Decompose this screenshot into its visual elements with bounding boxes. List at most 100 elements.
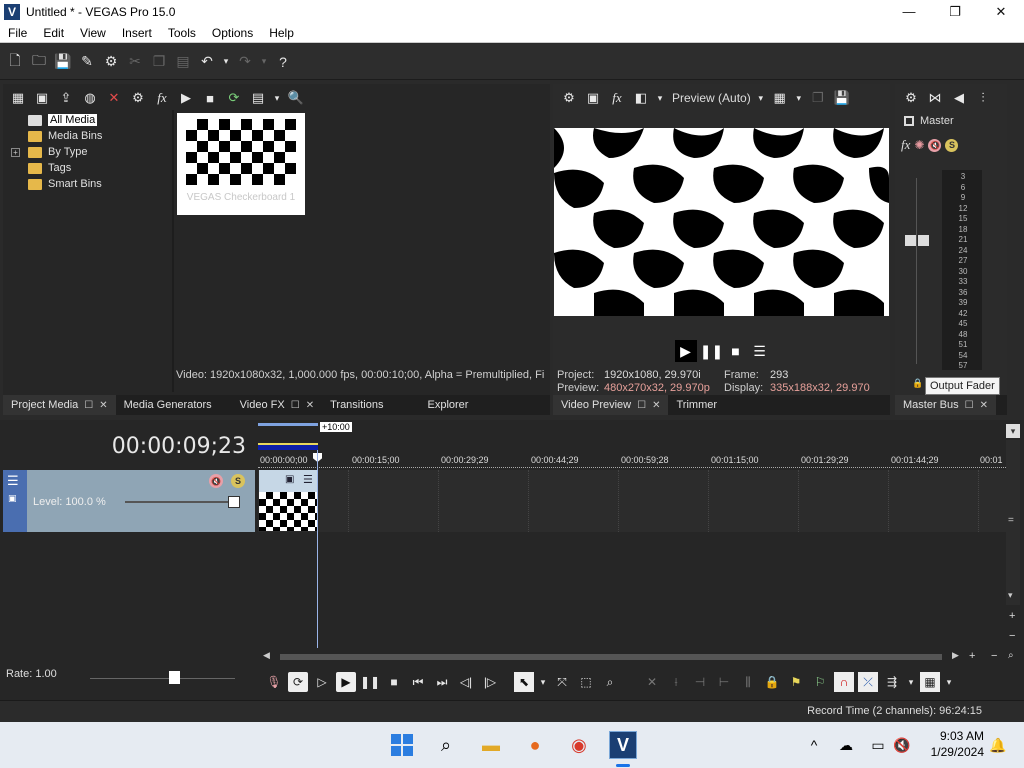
overlays-icon[interactable]: ▦ [771, 89, 789, 107]
edit-tool-icon[interactable]: ⬉ [514, 672, 534, 692]
tree-item-media-bins[interactable]: Media Bins [8, 128, 102, 144]
undo-icon[interactable]: ↶ [198, 53, 216, 71]
menu-file[interactable]: File [0, 26, 35, 40]
overlays-dropdown-icon[interactable]: ▾ [795, 89, 803, 107]
remove-media-icon[interactable]: ✕ [105, 89, 123, 107]
video-clip-checkerboard[interactable]: ▣ ☰ [259, 470, 318, 531]
solo-icon[interactable]: S [945, 138, 959, 152]
downmix-icon[interactable]: ⋈ [926, 89, 944, 107]
views-dropdown-icon[interactable]: ▾ [273, 89, 281, 107]
preview-quality-dropdown-icon[interactable]: ▾ [757, 89, 765, 107]
tab-media-generators[interactable]: Media Generators [116, 395, 220, 415]
timeline-ruler[interactable]: 00:00:00;00 00:00:15;00 00:00:29;29 00:0… [258, 450, 1006, 470]
pause-icon[interactable]: ❚❚ [360, 672, 380, 692]
expand-icon[interactable]: + [11, 147, 20, 157]
go-to-end-icon[interactable]: ⏭ [432, 672, 452, 692]
trim-icon[interactable]: ⟊ [666, 672, 686, 692]
views-icon[interactable]: ▤ [249, 89, 267, 107]
master-fx-icon[interactable]: fx [901, 137, 910, 153]
close-pane-icon[interactable]: ✕ [980, 400, 988, 411]
maximize-pane-icon[interactable]: ☐ [637, 400, 646, 411]
preview-menu-button[interactable]: ☰ [751, 342, 769, 360]
show-hidden-icons-icon[interactable]: ^ [800, 731, 828, 759]
lock-events-icon[interactable]: 🔒 [762, 672, 782, 692]
lock-icon[interactable]: 🔒 [912, 378, 923, 389]
media-fx-icon[interactable]: fx [153, 89, 171, 107]
trim-start-icon[interactable]: ⊣ [690, 672, 710, 692]
clip-menu-icon[interactable]: ☰ [303, 473, 313, 486]
play-from-start-icon[interactable]: ▷ [312, 672, 332, 692]
play-icon[interactable]: ▶ [336, 672, 356, 692]
import-media-icon[interactable]: ▦ [9, 89, 27, 107]
tab-explorer[interactable]: Explorer [419, 395, 476, 415]
envelope-tool-icon[interactable]: ⤧ [552, 672, 572, 692]
menu-tools[interactable]: Tools [160, 26, 204, 40]
auto-preview-icon[interactable]: ⟳ [225, 89, 243, 107]
loop-playback-icon[interactable]: ⟳ [288, 672, 308, 692]
minimize-button[interactable]: — [886, 0, 932, 23]
zoom-in-vertical-icon[interactable]: + [1009, 610, 1015, 622]
settings-icon[interactable]: ⚙ [902, 89, 920, 107]
file-explorer-icon[interactable]: ▬ [477, 731, 505, 759]
next-frame-icon[interactable]: |▷ [480, 672, 500, 692]
mute-icon[interactable]: 🔇 [928, 138, 942, 152]
vegas-taskbar-icon[interactable]: V [609, 731, 637, 759]
video-track-lane[interactable] [258, 470, 1006, 532]
cut-icon[interactable]: ✂ [126, 53, 144, 71]
track-motion-icon[interactable]: ▣ [8, 493, 17, 504]
search-icon[interactable]: ⌕ [432, 731, 460, 759]
capture-video-icon[interactable]: ▣ [33, 89, 51, 107]
tree-item-by-type[interactable]: + By Type [8, 144, 102, 160]
onedrive-icon[interactable]: ☁ [832, 731, 860, 759]
tab-transitions[interactable]: Transitions [322, 395, 391, 415]
track-solo-icon[interactable]: S [231, 474, 245, 488]
tree-item-smart-bins[interactable]: Smart Bins [8, 176, 102, 192]
save-snapshot-icon[interactable]: 💾 [833, 89, 851, 107]
selection-tool-icon[interactable]: ⬚ [576, 672, 596, 692]
copy-snapshot-icon[interactable]: ❐ [809, 89, 827, 107]
media-properties-icon[interactable]: ⚙ [129, 89, 147, 107]
zoom-in-horizontal-icon[interactable]: + [969, 650, 975, 662]
close-pane-icon[interactable]: ✕ [652, 400, 660, 411]
auto-crossfade-icon[interactable]: ⤫ [858, 672, 878, 692]
fx-icon[interactable]: fx [608, 89, 626, 107]
go-to-start-icon[interactable]: ⏮ [408, 672, 428, 692]
previous-frame-icon[interactable]: ◁| [456, 672, 476, 692]
event-grouping-dropdown-icon[interactable]: ▾ [944, 672, 954, 692]
volume-muted-icon[interactable]: 🔇 [888, 731, 916, 759]
save-as-icon[interactable]: ✎ [78, 53, 96, 71]
loop-region-bar[interactable] [258, 423, 318, 426]
pane-divider[interactable] [172, 110, 174, 392]
notifications-icon[interactable]: 🔔 [984, 731, 1012, 759]
rate-slider[interactable] [90, 678, 235, 679]
play-icon[interactable]: ▶ [177, 89, 195, 107]
rate-slider-handle[interactable] [169, 671, 180, 684]
mixer-icon[interactable]: ⫶ [974, 89, 992, 107]
timeline-vscroll[interactable]: = ▾ [1006, 440, 1020, 605]
insert-marker-icon[interactable]: ⚑ [786, 672, 806, 692]
menu-options[interactable]: Options [204, 26, 261, 40]
maximize-pane-icon[interactable]: ☐ [84, 400, 93, 411]
preview-pause-button[interactable]: ❚❚ [700, 342, 723, 360]
clock[interactable]: 9:03 AM 1/29/2024 [918, 728, 984, 760]
chrome-icon[interactable]: ◉ [565, 731, 593, 759]
zoom-tool-icon[interactable]: ⌕ [600, 672, 620, 692]
tab-video-preview[interactable]: Video Preview ☐ ✕ [553, 395, 669, 415]
new-icon[interactable]: 🗋 [6, 52, 24, 71]
track-level-slider-handle[interactable] [228, 496, 240, 508]
maximize-pane-icon[interactable]: ☐ [291, 400, 300, 411]
clip-pan-crop-icon[interactable]: ▣ [285, 474, 294, 485]
tab-trimmer[interactable]: Trimmer [668, 395, 725, 415]
stop-icon[interactable]: ■ [201, 89, 219, 107]
track-mute-icon[interactable]: 🔇 [209, 474, 223, 488]
preview-stop-button[interactable]: ■ [727, 342, 745, 360]
bus-checkbox[interactable] [904, 116, 914, 126]
zoom-out-horizontal-icon[interactable]: − [991, 650, 997, 662]
timeline-hscroll[interactable]: ◀ ▶ [258, 650, 964, 664]
split-dropdown-icon[interactable]: ▾ [656, 89, 664, 107]
tab-master-bus[interactable]: Master Bus ☐ ✕ [895, 395, 996, 415]
menu-insert[interactable]: Insert [114, 26, 160, 40]
tree-item-all-media[interactable]: All Media [8, 112, 102, 128]
ripple-edit-icon[interactable]: ⇶ [882, 672, 902, 692]
video-output-fx-icon[interactable]: ⚙ [560, 89, 578, 107]
